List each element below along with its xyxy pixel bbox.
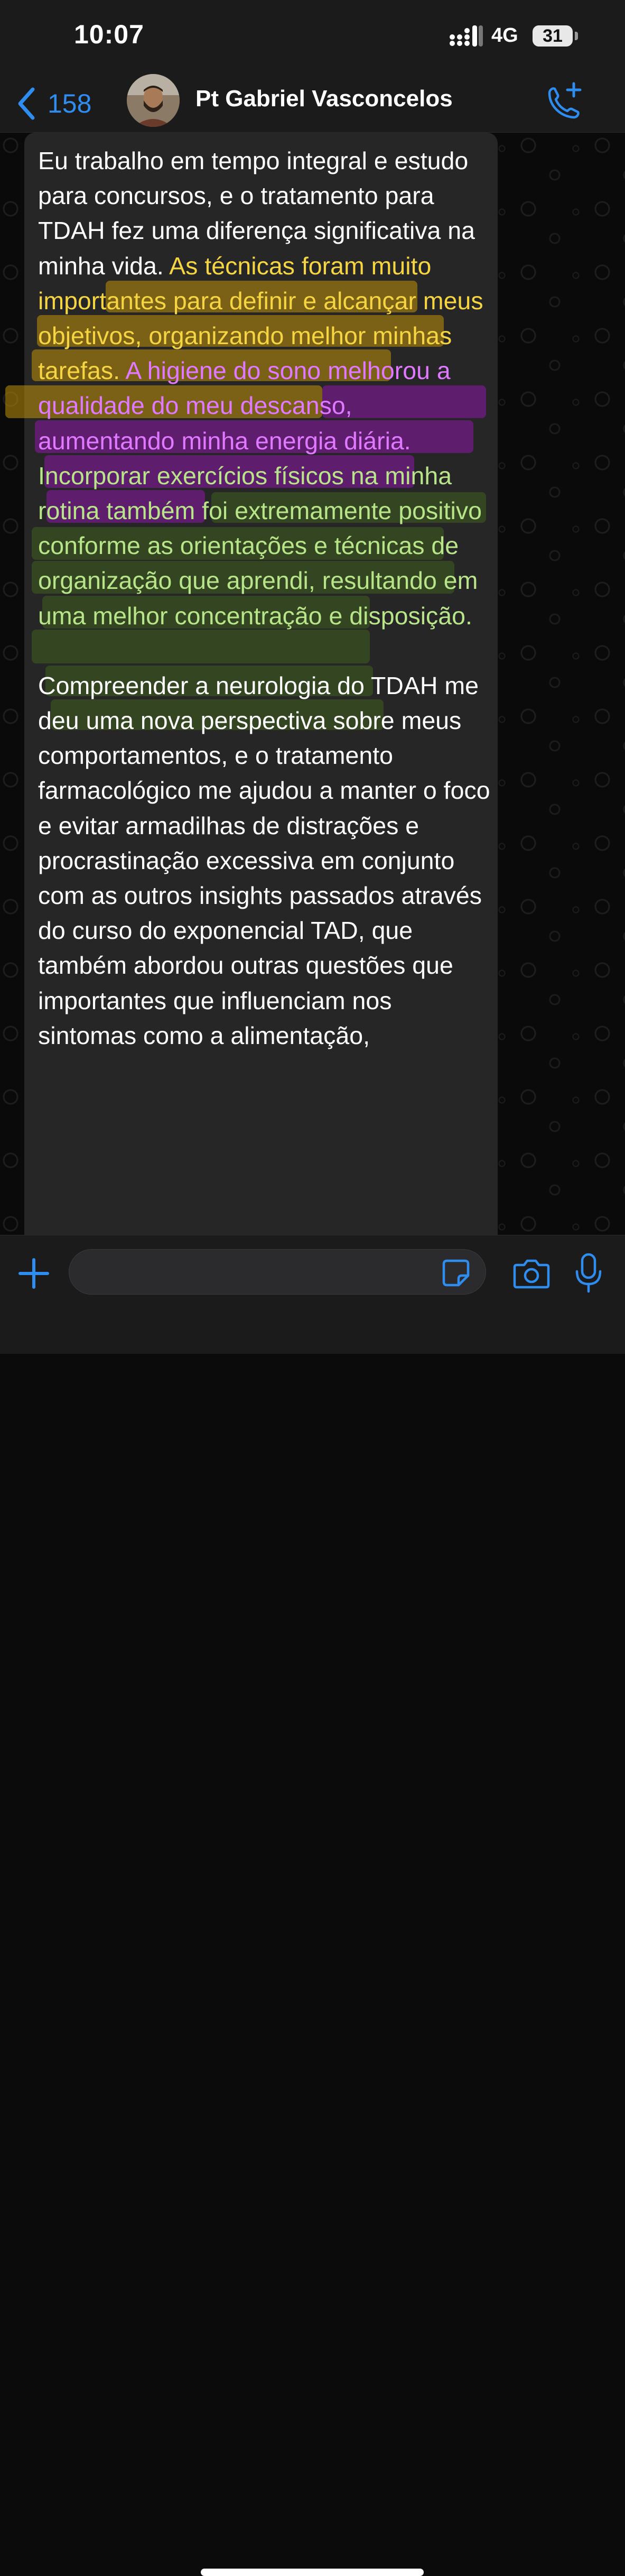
camera-icon[interactable] — [512, 1258, 551, 1289]
home-indicator — [201, 2569, 424, 2576]
plus-icon[interactable] — [18, 1258, 50, 1289]
text-highlight-green: Incorporar exercícios físicos na minha r… — [38, 461, 482, 630]
mic-icon[interactable] — [574, 1252, 603, 1295]
chat-header: 158 Pt Gabriel Vasconcelos — [0, 74, 625, 133]
back-button[interactable]: 158 — [16, 84, 106, 124]
status-bar: 10:07 4G 31 — [0, 0, 625, 74]
battery-tip — [575, 32, 578, 40]
avatar[interactable] — [127, 74, 180, 127]
network-type: 4G — [491, 24, 518, 47]
call-plus-icon[interactable] — [544, 81, 582, 123]
battery-indicator: 31 — [533, 25, 573, 47]
cellular-signal-icon — [450, 25, 483, 47]
composer-bar — [0, 1235, 625, 2576]
unread-count: 158 — [48, 89, 92, 118]
status-time: 10:07 — [74, 20, 144, 49]
chat-area[interactable]: Eu trabalho em tempo integral e estudo p… — [0, 133, 625, 1235]
sticker-icon[interactable] — [442, 1259, 470, 1287]
message-input[interactable] — [69, 1249, 486, 1295]
contact-name[interactable]: Pt Gabriel Vasconcelos — [195, 86, 453, 112]
back-chevron-icon — [18, 87, 35, 120]
message-paragraph-1: Eu trabalho em tempo integral e estudo p… — [38, 143, 492, 633]
avatar-image — [127, 74, 180, 127]
message-paragraph-2: Compreender a neurologia do TDAH me deu … — [38, 671, 490, 1049]
message-text: Eu trabalho em tempo integral e estudo p… — [38, 143, 492, 1053]
